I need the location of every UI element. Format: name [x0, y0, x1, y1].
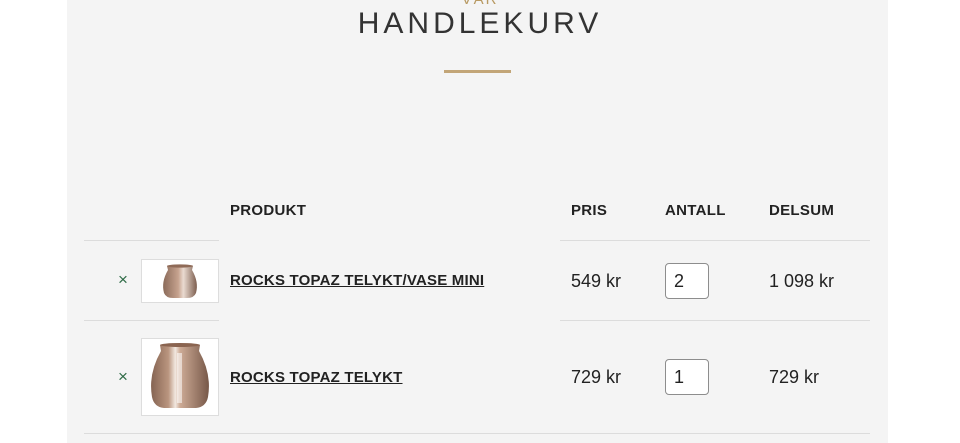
product-thumbnail[interactable] — [141, 259, 219, 303]
product-thumbnail[interactable] — [141, 338, 219, 416]
column-header-quantity: ANTALL — [665, 202, 726, 219]
quantity-input[interactable] — [665, 359, 709, 395]
product-name-link[interactable]: ROCKS TOPAZ TELYKT — [230, 369, 403, 386]
table-divider — [84, 433, 870, 434]
remove-item-button[interactable]: × — [115, 368, 131, 385]
column-header-price: PRIS — [571, 202, 608, 219]
column-header-subtotal: DELSUM — [769, 202, 835, 219]
page-title: HANDLEKURV — [357, 7, 603, 40]
table-divider — [84, 240, 219, 241]
candle-holder-icon — [151, 343, 209, 408]
table-divider — [84, 320, 219, 321]
product-price: 729 kr — [571, 367, 622, 387]
product-name-link[interactable]: ROCKS TOPAZ TELYKT/VASE MINI — [230, 272, 484, 289]
product-price: 549 kr — [571, 271, 622, 291]
title-divider — [444, 70, 511, 73]
product-subtotal: 729 kr — [769, 367, 820, 387]
remove-item-button[interactable]: × — [115, 271, 131, 288]
table-divider — [560, 320, 870, 321]
column-header-product: PRODUKT — [230, 202, 307, 219]
vase-mini-icon — [163, 264, 197, 298]
product-subtotal: 1 098 kr — [769, 271, 835, 291]
quantity-input[interactable] — [665, 263, 709, 299]
table-divider — [560, 240, 870, 241]
